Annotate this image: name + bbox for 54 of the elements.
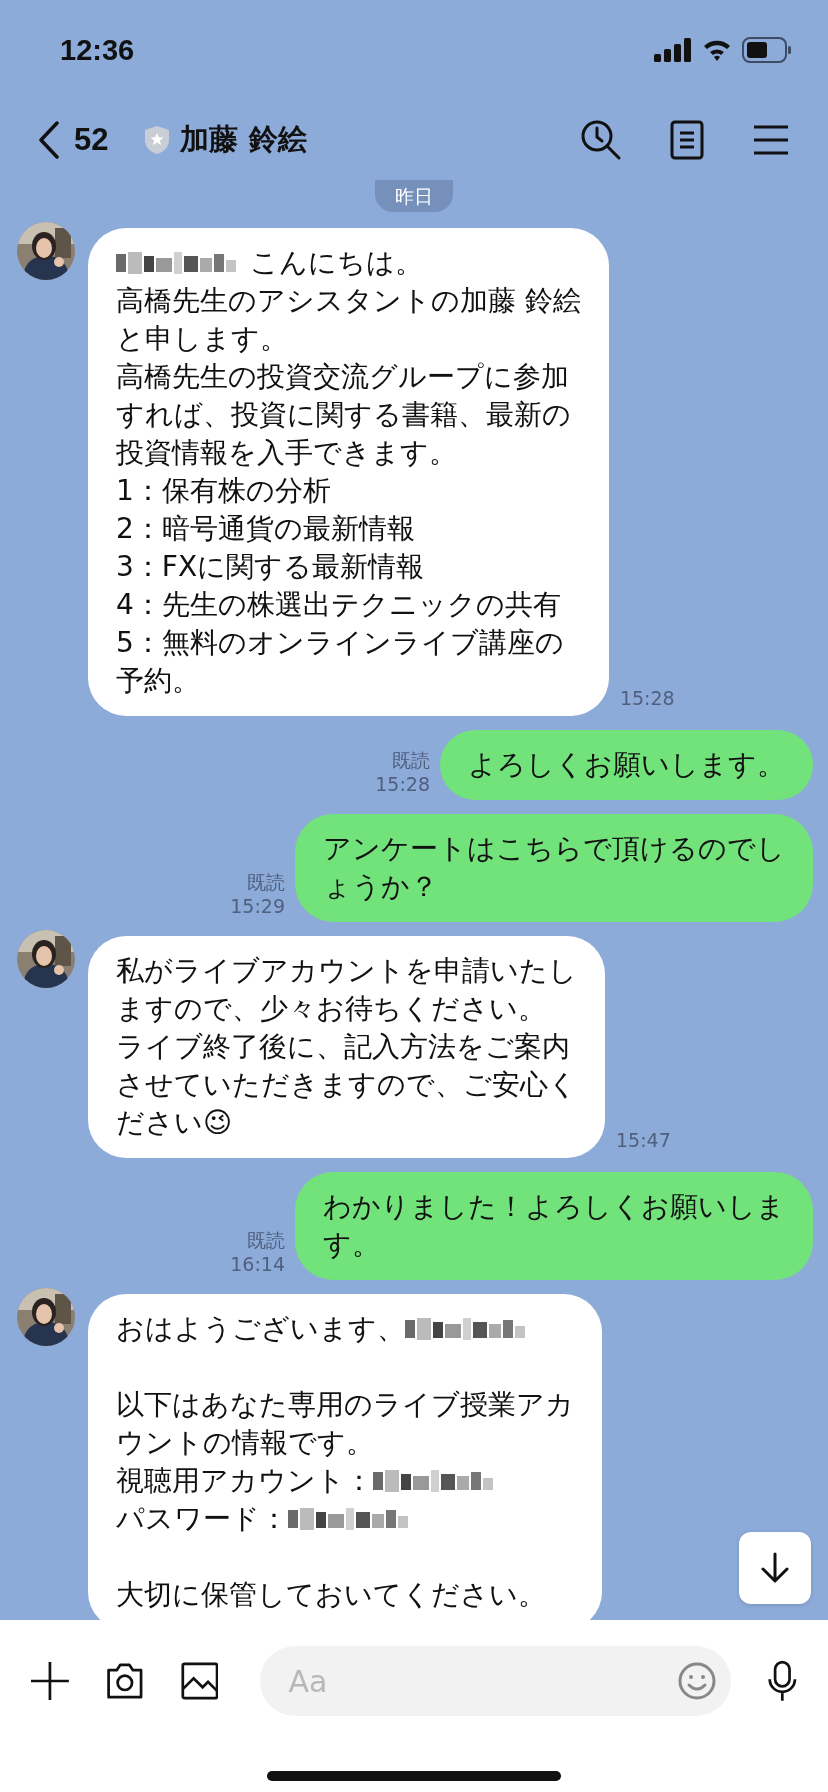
message-text: 高橋先生のアシスタントの加藤 鈴絵 — [116, 283, 581, 319]
wifi-icon — [702, 38, 732, 62]
message-time: 15:28 — [375, 772, 430, 796]
emoji-icon[interactable] — [677, 1661, 718, 1701]
chat-title: 加藤 鈴絵 — [180, 121, 307, 158]
message-text: 私がライブアカウントを申請いたし — [116, 953, 577, 989]
notes-icon[interactable] — [670, 120, 704, 160]
message-time: 15:28 — [619, 686, 675, 711]
message-text: ょうか？ — [323, 869, 438, 905]
read-receipt: 既読 — [247, 870, 285, 894]
message-text: ますので、少々お待ちください。 — [116, 991, 546, 1027]
battery-icon — [742, 37, 792, 63]
search-icon[interactable] — [580, 119, 622, 161]
message-text: す。 — [323, 1227, 380, 1263]
message-text: 視聴用アカウント： — [116, 1463, 373, 1499]
signal-icon — [654, 38, 692, 62]
message-text: わかりました！よろしくお願いしま — [323, 1189, 785, 1225]
message-text: 3：FXに関する最新情報 — [116, 549, 425, 585]
message-text: と申します。 — [116, 321, 288, 357]
message-text: 5：無料のオンラインライブ講座の — [116, 625, 564, 661]
message-input[interactable]: Aa — [260, 1646, 732, 1716]
message-text: よろしくお願いします。 — [468, 747, 785, 783]
image-icon[interactable] — [180, 1660, 219, 1702]
message-time: 15:47 — [616, 1128, 671, 1153]
message-text: アンケートはこちらで頂けるのでし — [323, 831, 785, 867]
message-text: パスワード： — [116, 1501, 288, 1537]
chevron-left-icon — [38, 121, 60, 159]
message-text: ウントの情報です。 — [116, 1425, 374, 1461]
message-text: おはようございます、 — [116, 1311, 405, 1347]
read-receipt: 既読 — [392, 748, 430, 772]
message-text: ださい😉 — [116, 1105, 233, 1141]
message-text: させていただきますので、ご安心く — [116, 1067, 577, 1103]
camera-icon[interactable] — [104, 1660, 145, 1702]
message-text: 2：暗号通貨の最新情報 — [116, 511, 415, 547]
message-text: 以下はあなた専用のライブ授業アカ — [116, 1387, 574, 1423]
message-text: こんにちは。 — [250, 245, 423, 281]
microphone-icon[interactable] — [767, 1658, 798, 1704]
message-text: 4：先生の株選出テクニックの共有 — [116, 587, 561, 623]
back-button[interactable]: 52 — [38, 121, 109, 159]
message-text: すれば、投資に関する書籍、最新の — [116, 397, 571, 433]
message-time: 15:29 — [230, 894, 285, 918]
menu-icon[interactable] — [752, 124, 790, 156]
message-text: ライブ終了後に、記入方法をご案内 — [116, 1029, 570, 1065]
message-text: 高橋先生の投資交流グループに参加 — [116, 359, 569, 395]
scroll-down-button[interactable] — [739, 1532, 811, 1604]
status-time: 12:36 — [60, 33, 135, 67]
message-text: 予約。 — [116, 663, 200, 699]
message-text: 投資情報を入手できます。 — [116, 435, 457, 471]
shield-icon — [144, 125, 171, 155]
message-time: 16:14 — [230, 1252, 285, 1276]
message-text: 大切に保管しておいてください。 — [116, 1577, 546, 1613]
plus-icon[interactable] — [31, 1660, 69, 1702]
message-text: 1：保有株の分析 — [116, 473, 331, 509]
read-receipt: 既読 — [247, 1228, 285, 1252]
